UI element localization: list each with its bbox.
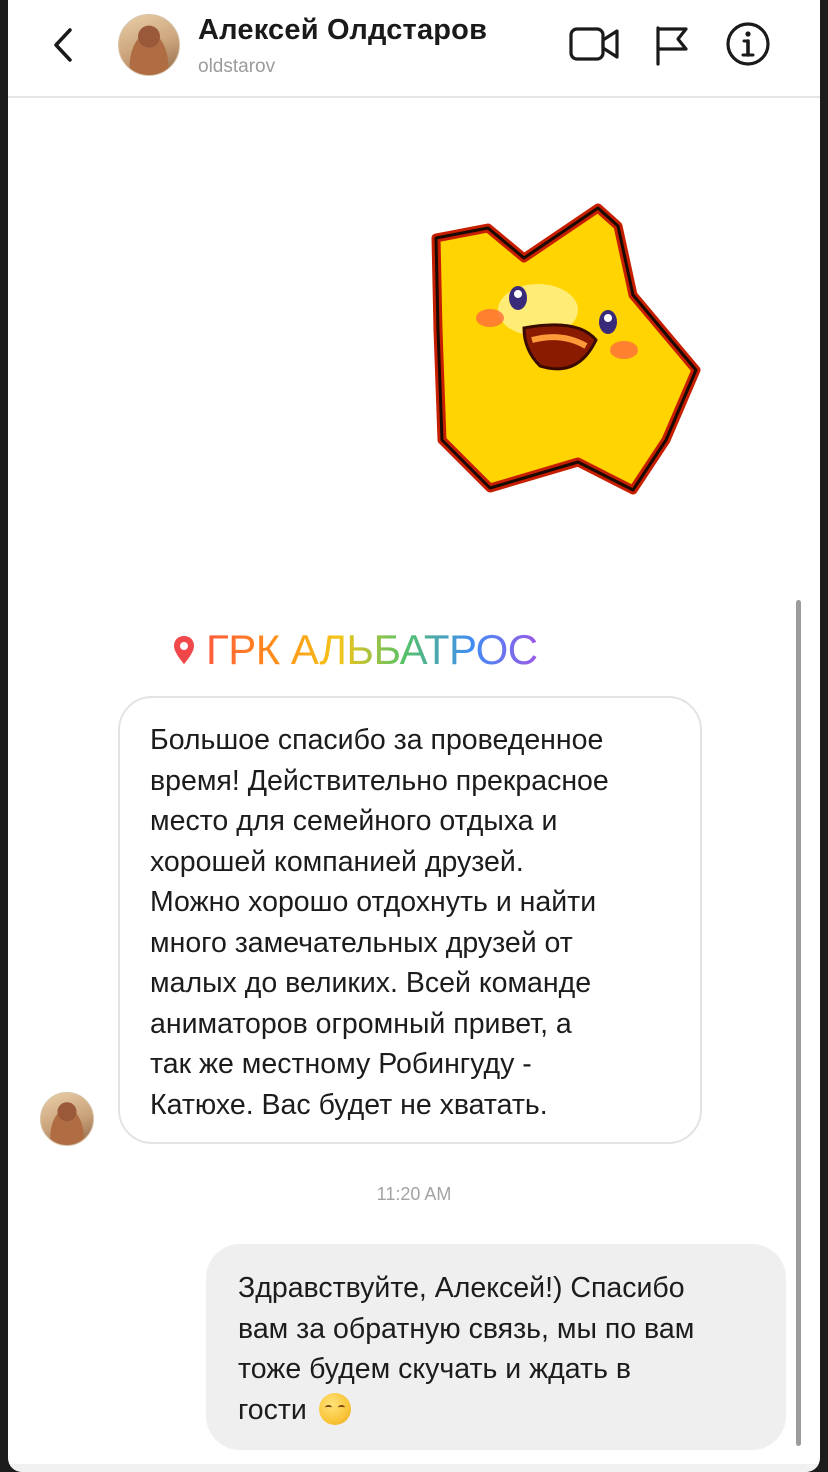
message-line: время! Действительно прекрасное xyxy=(150,764,609,797)
message-line: Катюхе. Вас будет не хватать. xyxy=(150,1088,548,1121)
location-tag[interactable]: ГРК АЛЬБАТРОС xyxy=(172,624,538,676)
contact-name[interactable]: Алексей Олдстаров xyxy=(198,14,487,47)
message-line: так же местному Робингуду - xyxy=(150,1048,532,1080)
contact-username[interactable]: oldstarov xyxy=(198,56,275,78)
contact-avatar[interactable] xyxy=(118,14,180,76)
message-line: Здравствуйте, Алексей!) Спасибо xyxy=(238,1272,685,1304)
star-sticker[interactable] xyxy=(428,200,708,500)
message-line: много замечательных друзей от xyxy=(150,926,573,959)
report-button[interactable] xyxy=(652,24,692,66)
back-button[interactable] xyxy=(46,24,80,66)
info-icon xyxy=(726,22,770,66)
video-camera-icon xyxy=(569,27,619,61)
message-timestamp: 11:20 AM xyxy=(376,1184,452,1204)
message-line: тоже будем скучать и ждать в xyxy=(238,1353,631,1385)
outgoing-message-bubble[interactable]: Здравствуйте, Алексей!) Спасибо вам за о… xyxy=(206,1244,786,1450)
sender-avatar[interactable] xyxy=(40,1092,94,1146)
message-line-last: гости xyxy=(238,1390,766,1431)
message-line: место для семейного отдыха и xyxy=(150,805,558,837)
message-line: Можно хорошо отдохнуть и найти xyxy=(150,886,597,918)
chevron-left-icon xyxy=(54,28,72,62)
info-button[interactable] xyxy=(724,20,772,68)
chat-screen: Алексей Олдстаров oldstarov ГРК АЛЬБАТРО… xyxy=(8,0,820,1472)
incoming-message-bubble[interactable]: Большое спасибо за проведенное время! Де… xyxy=(118,696,702,1144)
message-line: вам за обратную связь, мы по вам xyxy=(238,1312,695,1345)
chat-header: Алексей Олдстаров oldstarov xyxy=(8,0,820,98)
video-call-button[interactable] xyxy=(568,24,620,64)
message-line: хорошей компанией друзей. xyxy=(150,845,524,878)
smiling-face-emoji-icon xyxy=(318,1392,351,1425)
message-line: Большое спасибо за проведенное xyxy=(150,724,604,756)
location-name: ГРК АЛЬБАТРОС xyxy=(206,626,538,673)
bottom-edge xyxy=(8,1464,820,1472)
message-line: аниматоров огромный привет, а xyxy=(150,1007,572,1040)
message-line: гости xyxy=(238,1393,307,1426)
scrollbar[interactable] xyxy=(796,600,801,1446)
flag-icon xyxy=(656,26,688,66)
message-line: малых до великих. Всей команде xyxy=(150,967,592,999)
location-pin-icon xyxy=(174,636,194,664)
